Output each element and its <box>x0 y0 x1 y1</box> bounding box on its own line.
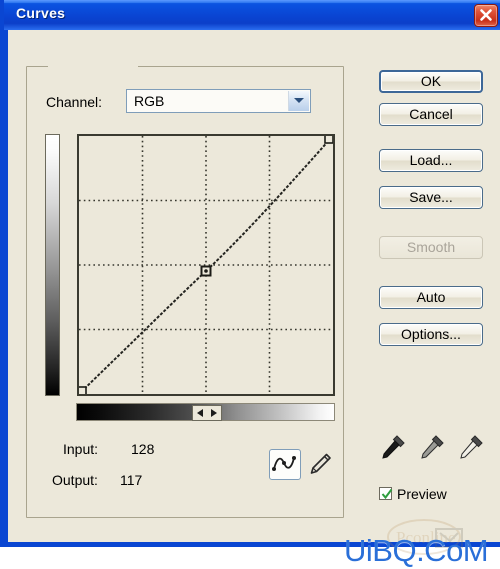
auto-button[interactable]: Auto <box>379 286 483 309</box>
preview-label: Preview <box>397 486 447 502</box>
pencil-tool-button[interactable] <box>306 451 336 479</box>
window-title: Curves <box>16 5 66 21</box>
output-readout: Output: 117 <box>52 472 142 488</box>
curve-graph[interactable] <box>77 134 335 396</box>
output-readout-value: 117 <box>120 472 143 488</box>
curve-tool-button[interactable] <box>269 449 301 480</box>
channel-select[interactable]: RGB <box>126 89 311 113</box>
groupbox-label-gap <box>48 60 138 72</box>
dialog-client-area: Channel: RGB Input: 128 Output: 117 OK C… <box>8 30 500 568</box>
eyedropper-icon <box>421 435 444 459</box>
preview-checkbox[interactable] <box>379 487 393 500</box>
curve-point-highlight[interactable] <box>324 136 333 144</box>
close-x-icon <box>480 9 492 21</box>
graph-grid <box>79 136 333 394</box>
pencil-tool-icon <box>310 453 331 474</box>
black-point-eyedropper[interactable] <box>378 432 408 462</box>
eyedropper-group <box>376 432 488 464</box>
input-readout-value: 128 <box>131 441 155 457</box>
site-watermark: UiBQ.CoM <box>344 533 489 568</box>
left-right-arrows-icon[interactable] <box>191 405 222 421</box>
options-button[interactable]: Options... <box>379 323 483 346</box>
cancel-button[interactable]: Cancel <box>379 103 483 126</box>
eyedropper-icon <box>382 435 405 459</box>
eyedropper-icon <box>460 435 483 459</box>
curve-tool-icon <box>272 456 296 471</box>
input-readout-label: Input: <box>63 441 99 457</box>
chevron-down-icon[interactable] <box>288 91 309 111</box>
load-button[interactable]: Load... <box>379 149 483 172</box>
vertical-tone-gradient <box>45 134 60 396</box>
curves-dialog-window: Curves Channel: RGB Input: 128 Output: 1… <box>0 0 500 568</box>
output-readout-label: Output: <box>52 472 98 488</box>
curve-graph-canvas[interactable] <box>79 136 333 394</box>
input-readout: Input: 128 <box>63 441 154 457</box>
close-button[interactable] <box>474 4 498 27</box>
white-point-eyedropper[interactable] <box>456 432 486 462</box>
gray-point-eyedropper[interactable] <box>417 432 447 462</box>
smooth-button: Smooth <box>379 236 483 259</box>
curve-point-shadow[interactable] <box>79 386 87 394</box>
save-button[interactable]: Save... <box>379 186 483 209</box>
channel-selected-value: RGB <box>134 93 165 109</box>
title-bar[interactable]: Curves <box>4 0 500 30</box>
ok-button[interactable]: OK <box>379 70 483 93</box>
horizontal-tone-gradient[interactable] <box>76 403 335 421</box>
channel-label: Channel: <box>46 94 103 110</box>
checkmark-icon <box>381 488 393 500</box>
